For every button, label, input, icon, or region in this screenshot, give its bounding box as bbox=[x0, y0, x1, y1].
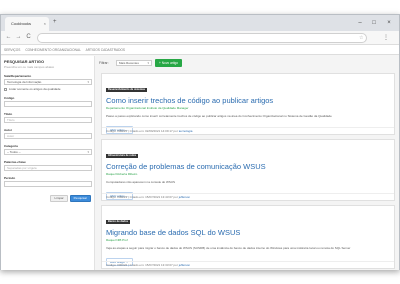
dept-select[interactable]: Tecnologia da Informação ▾ bbox=[4, 79, 92, 85]
new-article-button[interactable]: + Novo artigo bbox=[155, 59, 183, 67]
new-tab-button[interactable]: + bbox=[53, 18, 63, 27]
category-select[interactable]: -- Todos -- ▾ bbox=[4, 149, 92, 155]
clear-button[interactable]: Limpar bbox=[50, 195, 68, 202]
period-input[interactable] bbox=[4, 181, 92, 187]
article-dept: Raquel NIB Prof bbox=[106, 238, 128, 242]
articles-main: Filtrar: Mais Recentes ▾ + Novo artigo D… bbox=[97, 56, 397, 270]
tab-title: Cookbooks bbox=[11, 21, 32, 26]
sidebar-actions: Limpar Pesquisar bbox=[4, 195, 91, 202]
browser-window: Cookbooks × + – □ × ← → C ☆ ⋮ SERVIÇOS C… bbox=[0, 14, 400, 270]
tab-strip: Cookbooks × + – □ × bbox=[1, 15, 399, 31]
breadcrumb-item[interactable]: SERVIÇOS bbox=[4, 48, 20, 52]
filter-label: Filtrar: bbox=[99, 61, 109, 65]
maximize-button[interactable]: □ bbox=[367, 15, 381, 31]
author-label: Autor bbox=[4, 128, 12, 132]
tab-close-icon[interactable]: × bbox=[44, 17, 46, 31]
minimize-button[interactable]: – bbox=[353, 15, 367, 31]
reload-button[interactable]: C bbox=[24, 33, 33, 42]
title-input[interactable]: Título bbox=[4, 117, 92, 123]
keywords-label: Palavras-chave bbox=[4, 160, 26, 164]
filter-select[interactable]: Mais Recentes ▾ bbox=[116, 60, 152, 66]
article-dept: Departamento Organizacional Instituto da… bbox=[106, 106, 189, 110]
sidebar-subtitle: Preencha um ou mais campos abaixo bbox=[4, 65, 55, 69]
article-title[interactable]: Migrando base de dados SQL do WSUS bbox=[106, 229, 390, 237]
forward-button[interactable]: → bbox=[14, 33, 23, 42]
title-label: Título bbox=[4, 112, 13, 116]
filter-select-value: Mais Recentes bbox=[119, 61, 139, 65]
search-button[interactable]: Pesquisar bbox=[69, 195, 91, 202]
article-desc: Veja as etapas a seguir para migrar o ba… bbox=[106, 246, 351, 250]
keywords-input[interactable]: Separadas por vírgula bbox=[4, 165, 92, 171]
article-meta: Código: 000025 | Criado em: 02/09/2021 1… bbox=[106, 129, 178, 133]
browser-toolbar: ← → C ☆ ⋮ bbox=[1, 31, 399, 45]
category-label: Categoria bbox=[4, 144, 18, 148]
article-title[interactable]: Como inserir trechos de código ao public… bbox=[106, 97, 390, 105]
chevron-down-icon: ▾ bbox=[147, 61, 149, 65]
desktop-background: Cookbooks × + – □ × ← → C ☆ ⋮ SERVIÇOS C… bbox=[0, 0, 400, 284]
breadcrumb-item: ARTIGOS CADASTRADOS bbox=[85, 48, 126, 52]
search-sidebar: PESQUISAR ARTIGO Preencha um ou mais cam… bbox=[1, 56, 95, 270]
article-footer: Código: 000025 | Criado em: 02/09/2021 1… bbox=[102, 127, 394, 134]
checkbox-label: Listar somente os artigos da qualidade bbox=[9, 87, 61, 91]
app-header: SERVIÇOS CONHECIMENTO ORGANIZACIONAL ART… bbox=[1, 46, 399, 55]
category-badge: Banco de dados bbox=[106, 220, 131, 224]
breadcrumb-item[interactable]: CONHECIMENTO ORGANIZACIONAL bbox=[25, 48, 81, 52]
back-button[interactable]: ← bbox=[4, 33, 13, 42]
breadcrumb: SERVIÇOS CONHECIMENTO ORGANIZACIONAL ART… bbox=[4, 46, 129, 55]
article-footer: Código: 000023 | Criado em: 15/07/2021 1… bbox=[102, 193, 394, 200]
bookmark-star-icon[interactable]: ☆ bbox=[359, 33, 363, 43]
article-author-link[interactable]: jefferson bbox=[179, 263, 190, 267]
article-title[interactable]: Correção de problemas de comunicação WSU… bbox=[106, 163, 390, 171]
code-label: Código bbox=[4, 96, 15, 100]
chevron-down-icon: ▾ bbox=[87, 150, 89, 154]
address-bar[interactable] bbox=[37, 33, 367, 43]
category-badge: Desenvolvimento de sistemas bbox=[106, 88, 148, 92]
category-badge: Infraestrutura de redes bbox=[106, 154, 139, 158]
author-input[interactable]: Autor bbox=[4, 133, 92, 139]
article-card: Banco de dados Migrando base de dados SQ… bbox=[101, 205, 395, 269]
article-meta: Código: 000022 | Criado em: 15/07/2021 1… bbox=[106, 263, 178, 267]
article-dept: Raquel Roberta Ribeiro bbox=[106, 172, 138, 176]
article-author-link[interactable]: tecnologia bbox=[179, 129, 193, 133]
article-meta: Código: 000023 | Criado em: 15/07/2021 1… bbox=[106, 195, 178, 199]
web-page: SERVIÇOS CONHECIMENTO ORGANIZACIONAL ART… bbox=[1, 46, 399, 270]
browser-tab[interactable]: Cookbooks × bbox=[5, 17, 49, 31]
period-label: Período bbox=[4, 176, 16, 180]
article-desc: Passo a passo explicando como inserir co… bbox=[106, 114, 332, 118]
browser-menu-icon[interactable]: ⋮ bbox=[383, 33, 389, 43]
article-card: Infraestrutura de redes Correção de prob… bbox=[101, 139, 395, 201]
quality-only-checkbox[interactable]: Listar somente os artigos da qualidade bbox=[4, 87, 91, 91]
chevron-down-icon: ▾ bbox=[87, 80, 89, 84]
article-desc: Computadores não aparecem na console do … bbox=[106, 180, 176, 184]
article-card: Desenvolvimento de sistemas Como inserir… bbox=[101, 73, 395, 135]
checkbox-box[interactable] bbox=[4, 87, 7, 91]
filter-bar: Filtrar: Mais Recentes ▾ + Novo artigo bbox=[97, 59, 397, 67]
code-input[interactable] bbox=[4, 101, 92, 107]
article-author-link[interactable]: jefferson bbox=[179, 195, 190, 199]
category-select-value: -- Todos -- bbox=[7, 150, 21, 154]
article-footer: Código: 000022 | Criado em: 15/07/2021 1… bbox=[102, 261, 394, 268]
dept-label: Sala/Departamento bbox=[4, 74, 32, 78]
close-window-button[interactable]: × bbox=[382, 15, 396, 31]
dept-select-value: Tecnologia da Informação bbox=[7, 80, 42, 84]
sidebar-title: PESQUISAR ARTIGO bbox=[4, 59, 45, 64]
